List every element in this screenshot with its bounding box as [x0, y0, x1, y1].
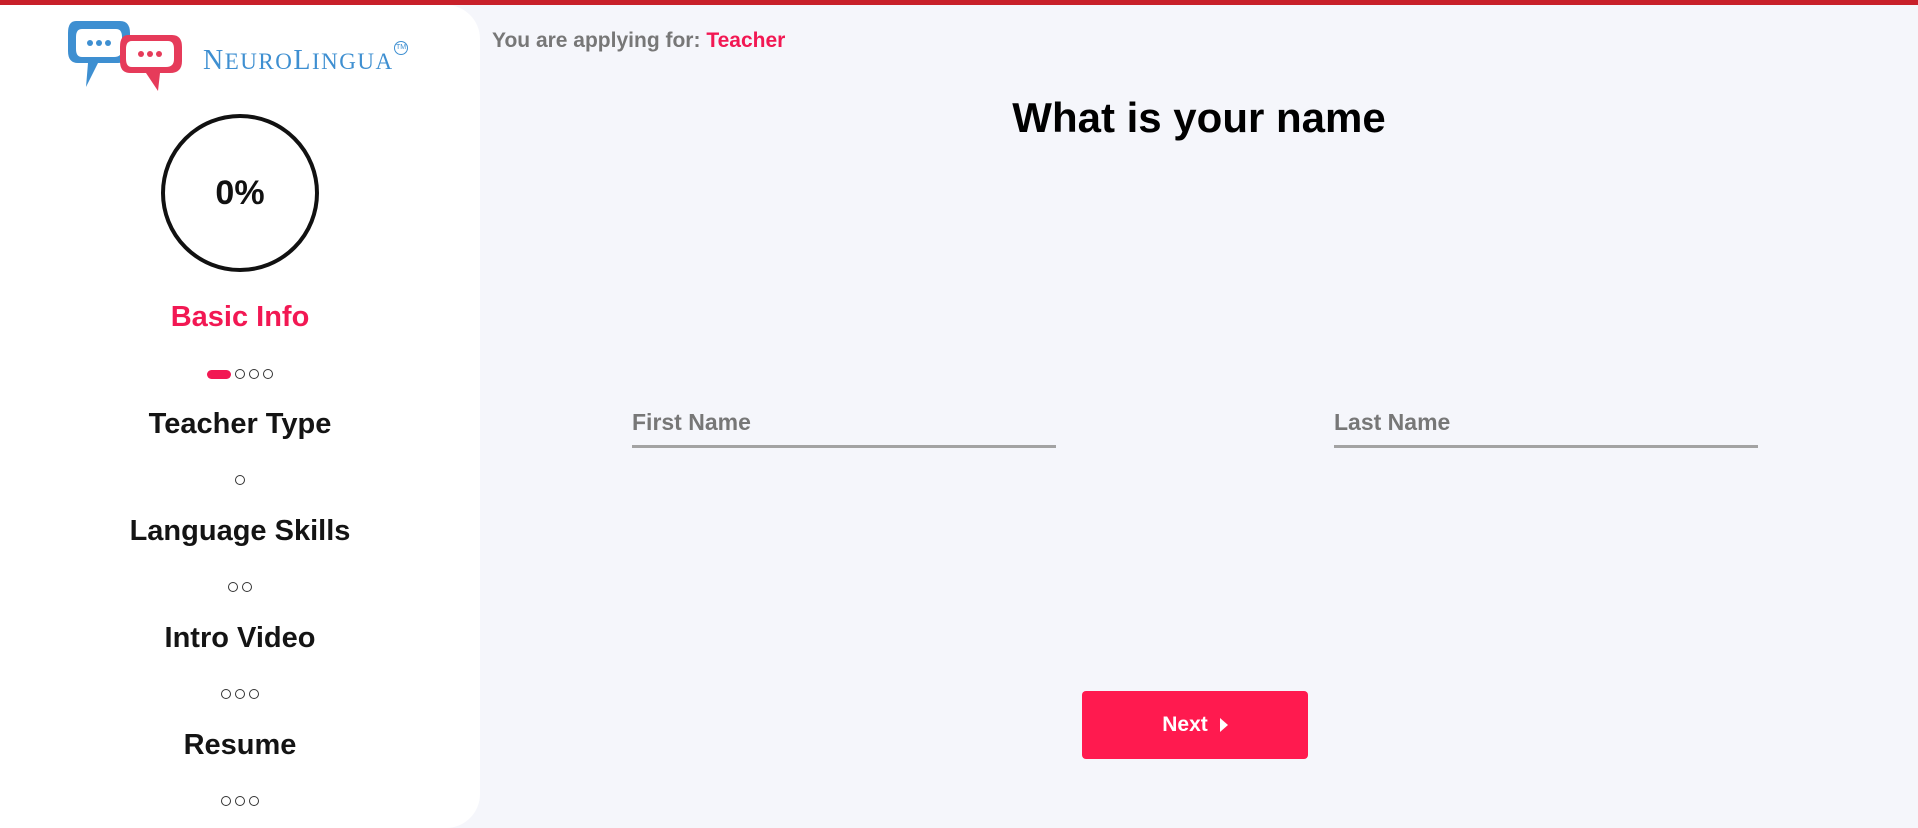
speech-bubbles-icon — [68, 21, 182, 91]
step-basic-info[interactable]: Basic Info — [0, 301, 480, 334]
step-basic-info-dots — [0, 369, 480, 379]
next-button-label: Next — [1162, 713, 1208, 736]
neurolingua-logo[interactable]: NEUROLINGUA TM — [68, 17, 413, 93]
step-intro-video-dots — [0, 689, 480, 699]
sub-step-dot-active — [207, 369, 231, 379]
sub-step-dot — [235, 475, 245, 485]
sub-step-dot — [235, 689, 245, 699]
step-intro-video[interactable]: Intro Video — [0, 622, 480, 655]
step-language-skills-dots — [0, 582, 480, 592]
progress-sidebar: NEUROLINGUA TM 0% Basic Info Teacher Typ… — [0, 5, 480, 828]
step-language-skills[interactable]: Language Skills — [0, 515, 480, 548]
applying-for-line: You are applying for: Teacher — [492, 29, 785, 53]
sub-step-dot — [249, 796, 259, 806]
sub-step-dot — [228, 582, 238, 592]
progress-indicator: 0% — [161, 114, 319, 272]
sub-step-dot — [249, 369, 259, 379]
last-name-input[interactable] — [1334, 400, 1758, 448]
step-teacher-type[interactable]: Teacher Type — [0, 408, 480, 441]
caret-right-icon — [1219, 718, 1228, 732]
applying-prefix: You are applying for: — [492, 29, 701, 52]
sub-step-dot — [263, 369, 273, 379]
step-resume[interactable]: Resume — [0, 729, 480, 762]
applying-role: Teacher — [706, 29, 786, 52]
step-resume-dots — [0, 796, 480, 806]
sub-step-dot — [221, 796, 231, 806]
trademark-mark: TM — [394, 41, 408, 55]
sub-step-dot — [242, 582, 252, 592]
sub-step-dot — [235, 796, 245, 806]
sub-step-dot — [235, 369, 245, 379]
sub-step-dot — [249, 689, 259, 699]
progress-percent: 0% — [215, 173, 265, 212]
sub-step-dot — [221, 689, 231, 699]
step-teacher-type-dots — [0, 475, 480, 485]
next-button[interactable]: Next — [1082, 691, 1308, 759]
question-title: What is your name — [1012, 94, 1386, 141]
logo-wordmark: NEUROLINGUA — [203, 45, 394, 76]
first-name-input[interactable] — [632, 400, 1056, 448]
